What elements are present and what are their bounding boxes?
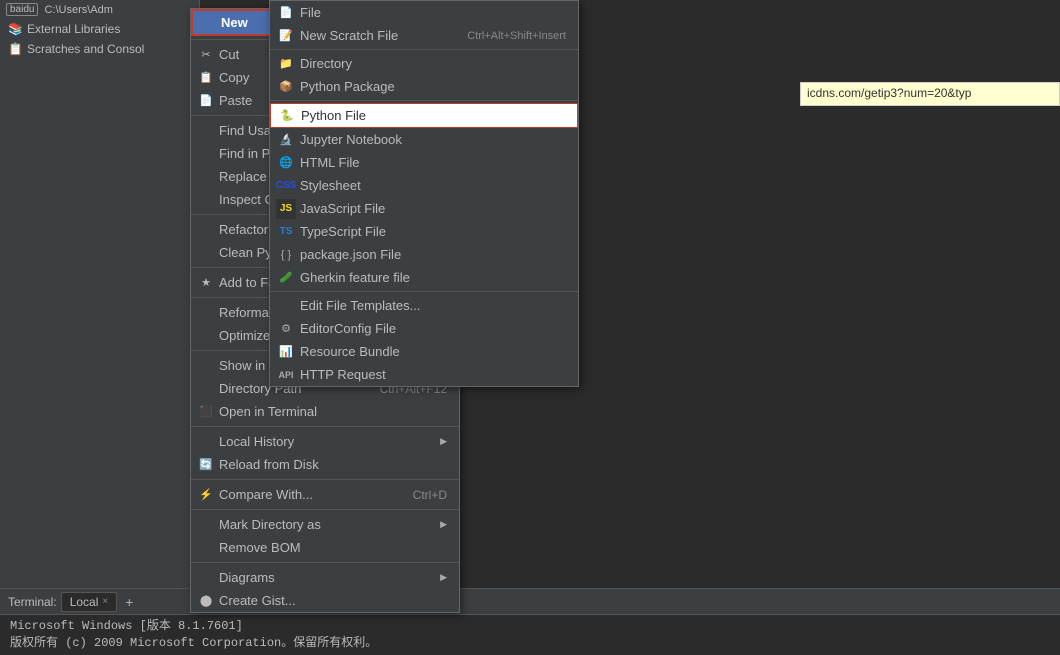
- add-terminal-button[interactable]: +: [121, 594, 137, 610]
- resource-bundle-icon: 📊: [276, 342, 296, 362]
- menu-separator-8: [191, 479, 459, 480]
- baidu-badge: baidu: [6, 3, 38, 16]
- submenu-item-python-file[interactable]: 🐍 Python File: [270, 103, 578, 128]
- menu-item-mark-directory-as[interactable]: Mark Directory as: [191, 513, 459, 536]
- menu-item-diagrams[interactable]: Diagrams: [191, 566, 459, 589]
- cut-icon: ✂: [197, 46, 215, 64]
- baidu-path: C:\Users\Adm: [44, 4, 112, 16]
- submenu-item-file[interactable]: 📄 File: [270, 1, 578, 24]
- submenu-item-editorconfig[interactable]: ⚙ EditorConfig File: [270, 317, 578, 340]
- submenu-separator-2: [270, 100, 578, 101]
- paste-icon: 📄: [197, 92, 215, 110]
- css-icon: CSS: [276, 176, 296, 196]
- menu-item-remove-bom[interactable]: Remove BOM: [191, 536, 459, 559]
- scratch-icon: 📝: [276, 26, 296, 46]
- js-icon: JS: [276, 199, 296, 219]
- menu-item-compare-with[interactable]: ⚡ Compare With... Ctrl+D: [191, 483, 459, 506]
- new-scratch-shortcut: Ctrl+Alt+Shift+Insert: [467, 30, 566, 42]
- submenu-separator-3: [270, 291, 578, 292]
- sidebar: baidu C:\Users\Adm 📚 External Libraries …: [0, 0, 200, 590]
- editorconfig-icon: ⚙: [276, 319, 296, 339]
- submenu-item-new-scratch[interactable]: 📝 New Scratch File Ctrl+Alt+Shift+Insert: [270, 24, 578, 47]
- menu-separator-7: [191, 426, 459, 427]
- submenu-item-python-package[interactable]: 📦 Python Package: [270, 75, 578, 98]
- package-json-icon: { }: [276, 245, 296, 265]
- menu-separator-9: [191, 509, 459, 510]
- submenu-item-resource-bundle[interactable]: 📊 Resource Bundle: [270, 340, 578, 363]
- python-file-icon: 🐍: [277, 106, 297, 126]
- http-icon: API: [276, 365, 296, 385]
- gherkin-icon: 🥒: [276, 268, 296, 288]
- submenu-separator-1: [270, 49, 578, 50]
- terminal-icon: ⬛: [197, 403, 215, 421]
- favorites-icon: ★: [197, 274, 215, 292]
- close-terminal-tab-button[interactable]: ×: [102, 596, 108, 607]
- copy-icon: 📋: [197, 69, 215, 87]
- external-libraries-icon: 📚: [8, 22, 23, 36]
- editor-url-bar: icdns.com/getip3?num=20&typ: [800, 82, 1060, 106]
- submenu-item-edit-templates[interactable]: Edit File Templates...: [270, 294, 578, 317]
- menu-separator-10: [191, 562, 459, 563]
- ts-icon: TS: [276, 222, 296, 242]
- html-icon: 🌐: [276, 153, 296, 173]
- directory-icon: 📁: [276, 54, 296, 74]
- terminal-label: Terminal:: [8, 595, 57, 609]
- sidebar-item-scratches[interactable]: 📋 Scratches and Consol: [0, 39, 199, 59]
- compare-icon: ⚡: [197, 486, 215, 504]
- jupyter-icon: 🔬: [276, 130, 296, 150]
- submenu-item-directory[interactable]: 📁 Directory: [270, 52, 578, 75]
- submenu-item-http-request[interactable]: API HTTP Request: [270, 363, 578, 386]
- terminal-tab-row: Terminal: Local × +: [0, 589, 1060, 615]
- sidebar-item-external-libraries[interactable]: 📚 External Libraries: [0, 19, 199, 39]
- scratches-icon: 📋: [8, 42, 23, 56]
- reload-icon: 🔄: [197, 456, 215, 474]
- sidebar-item-baidu[interactable]: baidu C:\Users\Adm: [0, 0, 199, 19]
- menu-item-open-in-terminal[interactable]: ⬛ Open in Terminal: [191, 400, 459, 423]
- terminal-content: Microsoft Windows [版本 8.1.7601] 版权所有 (c)…: [0, 615, 1060, 655]
- submenu-item-jupyter[interactable]: 🔬 Jupyter Notebook: [270, 128, 578, 151]
- github-icon: ⬤: [197, 592, 215, 610]
- submenu-item-typescript[interactable]: TS TypeScript File: [270, 220, 578, 243]
- menu-item-create-gist[interactable]: ⬤ Create Gist...: [191, 589, 459, 612]
- menu-item-reload-from-disk[interactable]: 🔄 Reload from Disk: [191, 453, 459, 476]
- submenu-item-javascript[interactable]: JS JavaScript File: [270, 197, 578, 220]
- terminal-tab-local[interactable]: Local ×: [61, 592, 118, 612]
- menu-item-local-history[interactable]: Local History: [191, 430, 459, 453]
- terminal-bar: Terminal: Local × + Microsoft Windows [版…: [0, 588, 1060, 650]
- submenu-item-gherkin[interactable]: 🥒 Gherkin feature file: [270, 266, 578, 289]
- submenu-new: 📄 File 📝 New Scratch File Ctrl+Alt+Shift…: [269, 0, 579, 387]
- submenu-item-html[interactable]: 🌐 HTML File: [270, 151, 578, 174]
- python-package-icon: 📦: [276, 77, 296, 97]
- submenu-item-stylesheet[interactable]: CSS Stylesheet: [270, 174, 578, 197]
- ide-background: baidu C:\Users\Adm 📚 External Libraries …: [0, 0, 1060, 650]
- submenu-item-package-json[interactable]: { } package.json File: [270, 243, 578, 266]
- file-icon: 📄: [276, 3, 296, 23]
